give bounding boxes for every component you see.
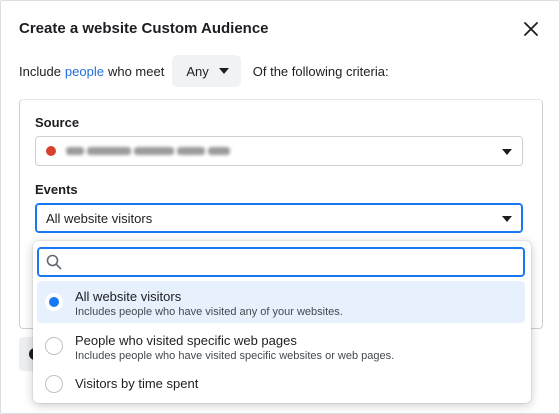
dropdown-search-input[interactable] bbox=[68, 250, 512, 274]
option-description: Includes people who have visited specifi… bbox=[75, 350, 395, 362]
events-dropdown-menu: All website visitors Includes people who… bbox=[33, 241, 531, 403]
create-audience-dialog: Create a website Custom Audience Include… bbox=[0, 0, 560, 414]
option-title: People who visited specific web pages bbox=[75, 333, 297, 348]
dropdown-search-box[interactable] bbox=[37, 247, 525, 277]
caret-down-icon bbox=[502, 216, 512, 222]
source-select[interactable] bbox=[35, 136, 523, 166]
radio-unselected[interactable] bbox=[45, 375, 63, 393]
option-all-website-visitors[interactable]: All website visitors Includes people who… bbox=[37, 281, 525, 323]
include-middle-text: who meet bbox=[107, 63, 165, 79]
caret-down-icon bbox=[502, 149, 512, 155]
option-title: Visitors by time spent bbox=[75, 376, 199, 391]
include-criteria-row: Include people who meet Any Of the follo… bbox=[19, 55, 389, 87]
option-title: All website visitors bbox=[75, 289, 182, 304]
events-selected-value: All website visitors bbox=[46, 210, 153, 226]
option-specific-web-pages[interactable]: People who visited specific web pages In… bbox=[37, 325, 525, 365]
option-time-spent[interactable]: Visitors by time spent bbox=[37, 367, 525, 399]
radio-unselected[interactable] bbox=[45, 337, 63, 355]
any-dropdown-button[interactable]: Any bbox=[172, 55, 241, 87]
radio-selected[interactable] bbox=[45, 293, 63, 311]
redacted-source-name bbox=[66, 147, 230, 155]
option-description: Includes people who have visited any of … bbox=[75, 306, 343, 318]
include-prefix-text: Include bbox=[19, 63, 61, 79]
search-icon bbox=[46, 254, 62, 275]
events-label: Events bbox=[35, 182, 78, 197]
events-select[interactable]: All website visitors bbox=[35, 203, 523, 233]
pixel-status-dot bbox=[46, 146, 56, 156]
include-suffix-text: Of the following criteria: bbox=[252, 63, 389, 79]
people-link[interactable]: people bbox=[65, 64, 104, 79]
caret-down-icon bbox=[218, 68, 229, 74]
dialog-title: Create a website Custom Audience bbox=[19, 20, 269, 37]
source-label: Source bbox=[35, 115, 80, 130]
any-dropdown-label: Any bbox=[186, 63, 209, 79]
close-icon[interactable] bbox=[520, 18, 542, 40]
